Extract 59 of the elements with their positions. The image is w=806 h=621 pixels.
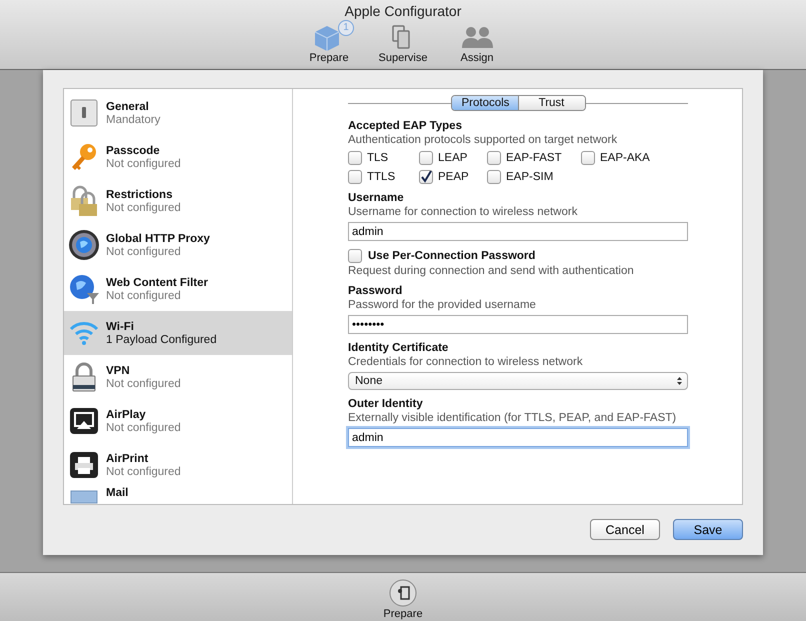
input-field[interactable]: admin xyxy=(348,222,688,241)
field-label: Accepted EAP Types xyxy=(348,120,463,132)
dropdown[interactable]: None xyxy=(348,372,688,390)
checkbox[interactable] xyxy=(419,151,433,165)
padlocks-icon xyxy=(68,185,100,217)
sidebar-item[interactable]: General Mandatory xyxy=(64,91,292,135)
sidebar-item[interactable]: VPN Not configured xyxy=(64,355,292,399)
field-label: Outer Identity xyxy=(348,398,424,410)
checkbox[interactable] xyxy=(348,249,362,263)
updown-arrows-icon xyxy=(676,376,683,386)
field-label: Username xyxy=(348,192,405,204)
field-label: Password xyxy=(348,285,404,297)
input-field[interactable]: admin xyxy=(348,428,688,447)
sidebar-item[interactable]: Restrictions Not configured xyxy=(64,179,292,223)
checkbox-label: EAP-SIM xyxy=(506,171,554,183)
dialog-button[interactable]: Save xyxy=(673,519,743,540)
globe-icon xyxy=(68,229,100,261)
sidebar-item[interactable]: Mail xyxy=(64,487,292,504)
dialog-button[interactable]: Cancel xyxy=(590,519,660,540)
sidebar-item[interactable]: Web Content Filter Not configured xyxy=(64,267,292,311)
checkbox[interactable] xyxy=(487,151,501,165)
toolbar-button[interactable]: 1 Prepare xyxy=(299,23,359,64)
checkbox-label: EAP-FAST xyxy=(506,152,562,164)
tab[interactable]: Protocols xyxy=(452,96,518,110)
field-label: Identity Certificate xyxy=(348,342,450,354)
count-badge: 1 xyxy=(338,20,354,36)
toolbar-button[interactable]: Assign xyxy=(447,23,507,64)
sidebar-item[interactable]: AirPrint Not configured xyxy=(64,443,292,487)
sidebar-item[interactable]: Wi-Fi 1 Payload Configured xyxy=(64,311,292,355)
toolbar-button[interactable]: Prepare xyxy=(383,573,423,621)
checkbox-label: TLS xyxy=(367,152,388,164)
field-description: Credentials for connection to wireless network xyxy=(348,356,584,368)
toolbar-button[interactable]: Supervise xyxy=(373,23,433,64)
sidebar-item[interactable]: Passcode Not configured xyxy=(64,135,292,179)
field-description: Password for the provided username xyxy=(348,299,537,311)
checkbox-label: TTLS xyxy=(367,171,396,183)
checkbox[interactable] xyxy=(348,151,362,165)
printer-icon xyxy=(68,449,100,481)
checkbox[interactable] xyxy=(581,151,595,165)
checkbox[interactable] xyxy=(487,170,501,184)
checkbox[interactable] xyxy=(419,170,433,184)
switch-icon xyxy=(68,97,100,129)
tab[interactable]: Trust xyxy=(518,96,584,110)
sidebar-item[interactable]: AirPlay Not configured xyxy=(64,399,292,443)
field-description: Authentication protocols supported on target network xyxy=(348,134,618,146)
checkbox-label: PEAP xyxy=(438,171,469,183)
checkbox-label: EAP-AKA xyxy=(600,152,650,164)
window-title: Apple Configurator xyxy=(344,3,462,19)
field-description: Username for connection to wireless network xyxy=(348,206,578,218)
field-description: Request during connection and send with authentication xyxy=(348,265,635,277)
checkbox-label: LEAP xyxy=(438,152,468,164)
screen-icon xyxy=(68,405,100,437)
checkbox[interactable] xyxy=(348,170,362,184)
field-label: Use Per-Connection Password xyxy=(368,250,536,262)
field-description: Externally visible identification (for TTLS, PEAP, and EAP-FAST) xyxy=(348,412,678,424)
phone-gear-icon xyxy=(388,579,417,607)
sidebar-item[interactable]: Global HTTP Proxy Not configured xyxy=(64,223,292,267)
input-field[interactable]: •••••••• xyxy=(348,315,688,334)
globe-filter-icon xyxy=(68,273,100,305)
